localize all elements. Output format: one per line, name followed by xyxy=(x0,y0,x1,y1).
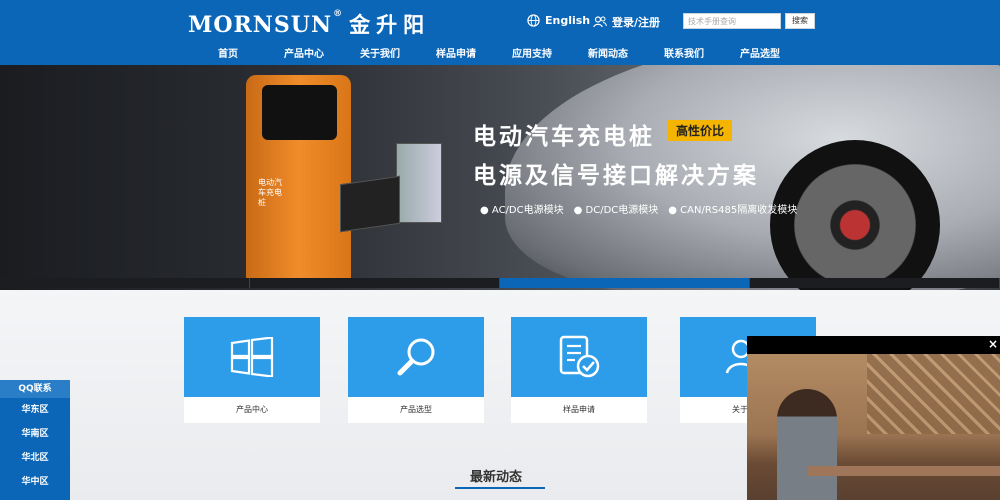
charger-screen xyxy=(262,85,337,140)
news-title-underline xyxy=(455,487,545,489)
language-switch[interactable]: English xyxy=(527,14,590,27)
nav-item-contact[interactable]: 联系我们 xyxy=(646,45,722,60)
person-image xyxy=(777,389,837,500)
banner-feature: ● CAN/RS485隔离收发模块 xyxy=(668,205,798,216)
nav-item-selection[interactable]: 产品选型 xyxy=(722,45,798,60)
slide-dot-1[interactable] xyxy=(0,278,250,288)
slide-indicator xyxy=(0,278,1000,288)
qq-contact-sidebar: QQ联系 华东区 华南区 华北区 华中区 xyxy=(0,380,70,500)
users-icon xyxy=(593,16,607,28)
magnifier-icon xyxy=(397,338,435,376)
login-register-link[interactable]: 登录/注册 xyxy=(593,14,660,30)
windows-icon xyxy=(230,337,274,377)
lattice-fence-image xyxy=(867,354,1000,434)
video-frame xyxy=(747,354,1000,500)
banner-title-line1: 电动汽车充电桩 xyxy=(473,124,655,150)
brand-name-cn: 金升阳 xyxy=(349,13,431,37)
sidebar-item-east[interactable]: 华东区 xyxy=(0,398,70,422)
banner-title-line2: 电源及信号接口解决方案 xyxy=(473,163,759,189)
video-popup[interactable]: × xyxy=(747,336,1000,500)
table-image xyxy=(807,466,1000,476)
din-module-image xyxy=(396,143,442,223)
power-module-image xyxy=(340,175,400,233)
charger-label: 电动汽车充电桩 xyxy=(258,178,282,207)
banner-feature: ● DC/DC电源模块 xyxy=(573,205,659,216)
banner-tag: 高性价比 xyxy=(668,120,733,141)
card-sample-request[interactable]: 样品申请 xyxy=(511,317,647,423)
brand-name: MORNSUN xyxy=(188,12,333,38)
banner-feature: ● AC/DC电源模块 xyxy=(480,205,564,216)
nav-item-about[interactable]: 关于我们 xyxy=(342,45,418,60)
nav-item-news[interactable]: 新闻动态 xyxy=(570,45,646,60)
news-section-title: 最新动态 xyxy=(470,470,523,485)
sidebar-item-south[interactable]: 华南区 xyxy=(0,422,70,446)
language-label: English xyxy=(545,14,591,27)
login-label: 登录/注册 xyxy=(612,16,661,29)
card-product-selection[interactable]: 产品选型 xyxy=(348,317,484,423)
search-input[interactable]: 技术手册查询 xyxy=(683,13,781,29)
nav-item-home[interactable]: 首页 xyxy=(190,45,266,60)
sidebar-item-north[interactable]: 华北区 xyxy=(0,446,70,470)
card-face xyxy=(511,317,647,397)
card-label: 产品中心 xyxy=(236,405,268,414)
card-label: 样品申请 xyxy=(563,405,595,414)
slide-dot-4[interactable] xyxy=(750,278,1000,288)
slide-dot-3[interactable] xyxy=(500,278,750,288)
nav-item-samples[interactable]: 样品申请 xyxy=(418,45,494,60)
banner-features: ● AC/DC电源模块 ● DC/DC电源模块 ● CAN/RS485隔离收发模… xyxy=(480,201,797,216)
main-nav: 首页 产品中心 关于我们 样品申请 应用支持 新闻动态 联系我们 产品选型 xyxy=(190,45,798,60)
close-icon[interactable]: × xyxy=(988,337,998,351)
sidebar-title: QQ联系 xyxy=(0,380,70,398)
card-face xyxy=(184,317,320,397)
nav-item-support[interactable]: 应用支持 xyxy=(494,45,570,60)
search-button[interactable]: 搜索 xyxy=(785,13,815,29)
globe-icon xyxy=(527,14,540,27)
document-check-icon xyxy=(559,335,600,378)
brand-reg: ® xyxy=(333,9,344,19)
slide-dot-2[interactable] xyxy=(250,278,500,288)
card-label: 产品选型 xyxy=(400,405,432,414)
sidebar-item-central[interactable]: 华中区 xyxy=(0,470,70,494)
nav-item-products[interactable]: 产品中心 xyxy=(266,45,342,60)
mornsun-logo[interactable]: MORNSUN® 金升阳 xyxy=(188,9,430,39)
card-face xyxy=(348,317,484,397)
top-header: MORNSUN® 金升阳 English 登录/注册 技术手册查询 搜索 首页 产… xyxy=(0,0,1000,65)
card-product-center[interactable]: 产品中心 xyxy=(184,317,320,423)
hero-banner[interactable]: 电动汽车充电桩 电动汽车充电桩 高性价比 电源及信号接口解决方案 ● AC/DC… xyxy=(0,65,1000,290)
